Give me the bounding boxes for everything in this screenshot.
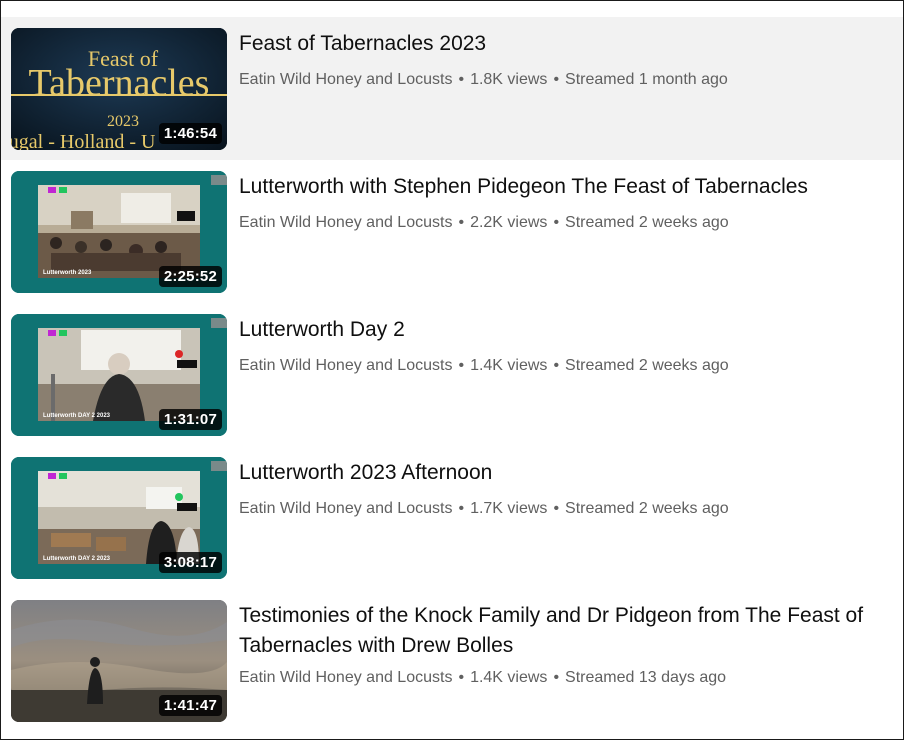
channel-name[interactable]: Eatin Wild Honey and Locusts <box>239 357 452 374</box>
meta-separator: • <box>553 357 560 374</box>
thumb-caption: Lutterworth 2023 <box>43 270 92 276</box>
video-title[interactable]: Lutterworth 2023 Afternoon <box>239 458 891 488</box>
video-item[interactable]: Lutterworth DAY 2 2023 3:08:17 Lutterwor… <box>1 446 903 589</box>
video-meta: Eatin Wild Honey and Locusts • 1.4K views •… <box>239 357 891 375</box>
meta-separator: • <box>553 669 560 686</box>
video-list-frame: Feast of Tabernacles 2023 ortugal - Holl… <box>0 0 904 740</box>
thumb-caption: Lutterworth DAY 2 2023 <box>43 556 111 562</box>
video-item[interactable]: Lutterworth DAY 2 2023 1:31:07 Lutterwor… <box>1 303 903 446</box>
video-duration: 1:41:47 <box>158 695 222 716</box>
video-info: Testimonies of the Knock Family and Dr P… <box>239 601 891 687</box>
channel-name[interactable]: Eatin Wild Honey and Locusts <box>239 669 452 686</box>
video-thumbnail[interactable]: Feast of Tabernacles 2023 ortugal - Holl… <box>11 28 227 150</box>
video-meta: Eatin Wild Honey and Locusts • 1.7K views •… <box>239 500 891 518</box>
video-info: Lutterworth Day 2 Eatin Wild Honey and L… <box>239 315 891 375</box>
channel-name[interactable]: Eatin Wild Honey and Locusts <box>239 500 452 517</box>
view-count: 1.4K views <box>470 357 548 374</box>
video-thumbnail[interactable]: 1:41:47 <box>11 600 227 722</box>
streamed-time: Streamed 13 days ago <box>565 669 727 686</box>
streamed-time: Streamed 2 weeks ago <box>565 214 729 231</box>
view-count: 1.4K views <box>470 669 548 686</box>
video-title[interactable]: Lutterworth Day 2 <box>239 315 891 345</box>
video-info: Feast of Tabernacles 2023 Eatin Wild Hon… <box>239 29 891 89</box>
video-duration: 1:31:07 <box>158 409 222 430</box>
meta-separator: • <box>458 669 465 686</box>
video-info: Lutterworth with Stephen Pidegeon The Fe… <box>239 172 891 232</box>
video-title[interactable]: Feast of Tabernacles 2023 <box>239 29 891 59</box>
video-item[interactable]: Lutterworth 2023 2:25:52 Lutterworth wit… <box>1 160 903 303</box>
meta-separator: • <box>458 214 465 231</box>
video-item[interactable]: 1:41:47 Testimonies of the Knock Family … <box>1 589 903 732</box>
video-meta: Eatin Wild Honey and Locusts • 1.8K views •… <box>239 71 891 89</box>
streamed-time: Streamed 2 weeks ago <box>565 357 729 374</box>
video-meta: Eatin Wild Honey and Locusts • 2.2K views •… <box>239 214 891 232</box>
video-info: Lutterworth 2023 Afternoon Eatin Wild Ho… <box>239 458 891 518</box>
meta-separator: • <box>458 357 465 374</box>
channel-name[interactable]: Eatin Wild Honey and Locusts <box>239 214 452 231</box>
video-list: Feast of Tabernacles 2023 ortugal - Holl… <box>1 17 903 732</box>
view-count: 1.7K views <box>470 500 548 517</box>
thumb-line4: ortugal - Holland - U <box>11 131 156 150</box>
meta-separator: • <box>553 214 560 231</box>
streamed-time: Streamed 2 weeks ago <box>565 500 729 517</box>
video-title[interactable]: Lutterworth with Stephen Pidegeon The Fe… <box>239 172 891 202</box>
view-count: 1.8K views <box>470 71 548 88</box>
video-thumbnail[interactable]: Lutterworth DAY 2 2023 1:31:07 <box>11 314 227 436</box>
video-duration: 2:25:52 <box>158 266 222 287</box>
video-duration: 3:08:17 <box>158 552 222 573</box>
video-item[interactable]: Feast of Tabernacles 2023 ortugal - Holl… <box>1 17 903 160</box>
video-duration: 1:46:54 <box>158 123 222 144</box>
video-meta: Eatin Wild Honey and Locusts • 1.4K views •… <box>239 669 891 687</box>
thumb-caption: Lutterworth DAY 2 2023 <box>43 413 111 419</box>
view-count: 2.2K views <box>470 214 548 231</box>
channel-name[interactable]: Eatin Wild Honey and Locusts <box>239 71 452 88</box>
video-title[interactable]: Testimonies of the Knock Family and Dr P… <box>239 601 891 661</box>
meta-separator: • <box>553 71 560 88</box>
video-thumbnail[interactable]: Lutterworth DAY 2 2023 3:08:17 <box>11 457 227 579</box>
meta-separator: • <box>458 71 465 88</box>
streamed-time: Streamed 1 month ago <box>565 71 728 88</box>
thumb-line2: Tabernacles <box>29 62 210 104</box>
video-thumbnail[interactable]: Lutterworth 2023 2:25:52 <box>11 171 227 293</box>
thumb-line3: 2023 <box>107 113 139 130</box>
meta-separator: • <box>458 500 465 517</box>
meta-separator: • <box>553 500 560 517</box>
